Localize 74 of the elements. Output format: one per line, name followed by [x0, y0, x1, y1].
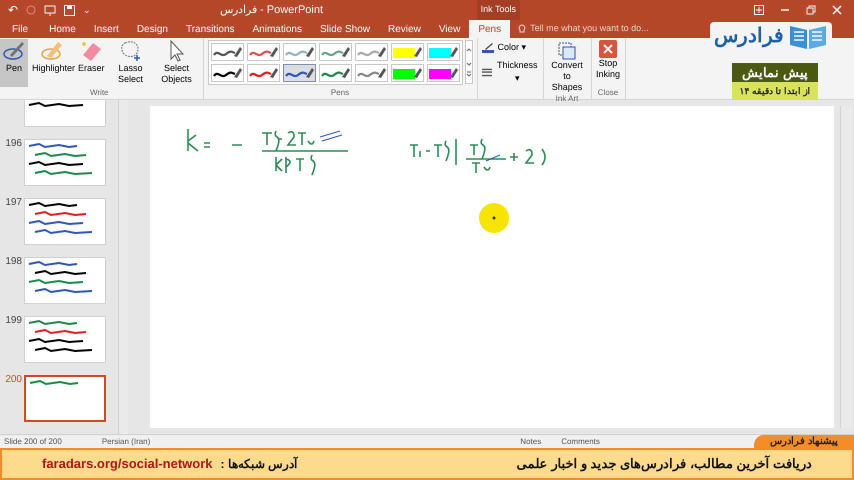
ribbon-tab[interactable]: Design [128, 20, 177, 38]
lasso-icon [118, 39, 143, 63]
tool-button[interactable]: Pen [0, 39, 28, 87]
pen-swatch[interactable] [354, 64, 388, 82]
restore-icon[interactable] [806, 5, 816, 15]
pen-swatch[interactable] [246, 64, 280, 82]
pen-swatch[interactable] [318, 64, 352, 82]
ribbon-tab[interactable]: View [430, 20, 470, 38]
notes-button[interactable]: Notes [520, 436, 542, 448]
tool-button[interactable]: Lasso Select [108, 39, 153, 87]
slide-number: 200 [4, 375, 22, 385]
pen-swatch[interactable] [390, 64, 424, 82]
close-icon[interactable] [832, 5, 842, 15]
slide-number: 198 [4, 257, 22, 267]
group-label: Pens [330, 87, 350, 99]
social-link[interactable]: faradars.org/social-network [42, 454, 212, 474]
tell-me-field[interactable]: Tell me what you want to do... [510, 20, 657, 38]
window-title: فرادرس - PowerPoint [220, 2, 324, 18]
slide-number: 197 [4, 198, 22, 208]
tool-button[interactable]: Select Objects [154, 39, 199, 87]
pen-swatch[interactable] [210, 64, 244, 82]
pen-swatch[interactable] [426, 64, 460, 82]
language-label: Persian (Iran) [102, 436, 150, 448]
save-icon[interactable] [64, 4, 75, 16]
ribbon-tab[interactable]: Slide Show [310, 20, 380, 38]
ribbon-tab[interactable]: Insert [84, 20, 128, 38]
tool-button[interactable]: Highlighter [30, 39, 74, 87]
tool-button[interactable]: Eraser [76, 39, 107, 87]
ribbon-tab[interactable]: Review [379, 20, 430, 38]
comments-button[interactable]: Comments [561, 436, 600, 448]
thickness-dropdown[interactable]: Thickness ▾ [482, 58, 539, 86]
site-logo: فرادرس [710, 22, 832, 50]
convert-to-shapes-button[interactable]: Convert to Shapes [548, 38, 587, 93]
pen-swatch[interactable] [210, 43, 244, 61]
preview-title: پیش نمایش [732, 63, 818, 82]
address-label: آدرس شبکه‌ها : [220, 456, 298, 473]
color-dropdown[interactable]: Color ▾ [482, 41, 539, 54]
pen-swatch[interactable] [318, 43, 352, 61]
group-label: Close [598, 87, 618, 99]
thickness-icon [482, 66, 492, 78]
promo-message: دریافت آخرین مطالب، فرادرس‌های جدید و اخبار علمی [516, 454, 812, 474]
context-tab-label: Ink Tools [476, 0, 520, 20]
slide-number: 196 [4, 139, 22, 149]
slide-count: Slide 200 of 200 [4, 436, 62, 448]
gallery-scrollbar[interactable] [464, 40, 473, 84]
customize-button[interactable]: ⌄ [83, 6, 91, 14]
pen-swatch[interactable] [390, 43, 424, 61]
slide-number: 199 [4, 316, 22, 326]
slide-scrollbar[interactable] [840, 106, 852, 428]
stop-inking-button[interactable]: Stop Inking [596, 38, 621, 80]
ribbon-tab[interactable]: Pens [469, 20, 510, 38]
undo-button[interactable]: ↶ [8, 4, 18, 16]
ribbon-tab[interactable]: Transitions [176, 20, 244, 38]
pen-color-icon [482, 42, 494, 54]
pen-swatch[interactable] [246, 43, 280, 61]
thumbnail-scrollbar[interactable] [118, 100, 128, 434]
slide-thumbnail[interactable] [24, 375, 106, 422]
ribbon-tab[interactable]: File [0, 20, 40, 38]
pointer-highlight-icon [478, 202, 510, 234]
pen-swatch[interactable] [354, 43, 388, 61]
pen-swatch[interactable] [426, 43, 460, 61]
ribbon-display-icon[interactable] [754, 5, 764, 15]
pen-swatch[interactable] [282, 43, 316, 61]
group-label: Write [90, 87, 109, 99]
lightbulb-icon [518, 24, 526, 34]
pen-swatch[interactable] [282, 64, 316, 82]
more-icon [466, 47, 472, 77]
ribbon-tab[interactable]: Animations [244, 20, 311, 38]
preview-subtitle: از ابتدا تا دقیقه ۱۴ [732, 82, 818, 100]
shapes-icon [557, 40, 578, 60]
group-label: Ink Art [556, 93, 578, 105]
slideshow-icon[interactable] [44, 4, 56, 16]
eraser-icon [79, 39, 104, 63]
ribbon-tab[interactable]: Home [40, 20, 85, 38]
